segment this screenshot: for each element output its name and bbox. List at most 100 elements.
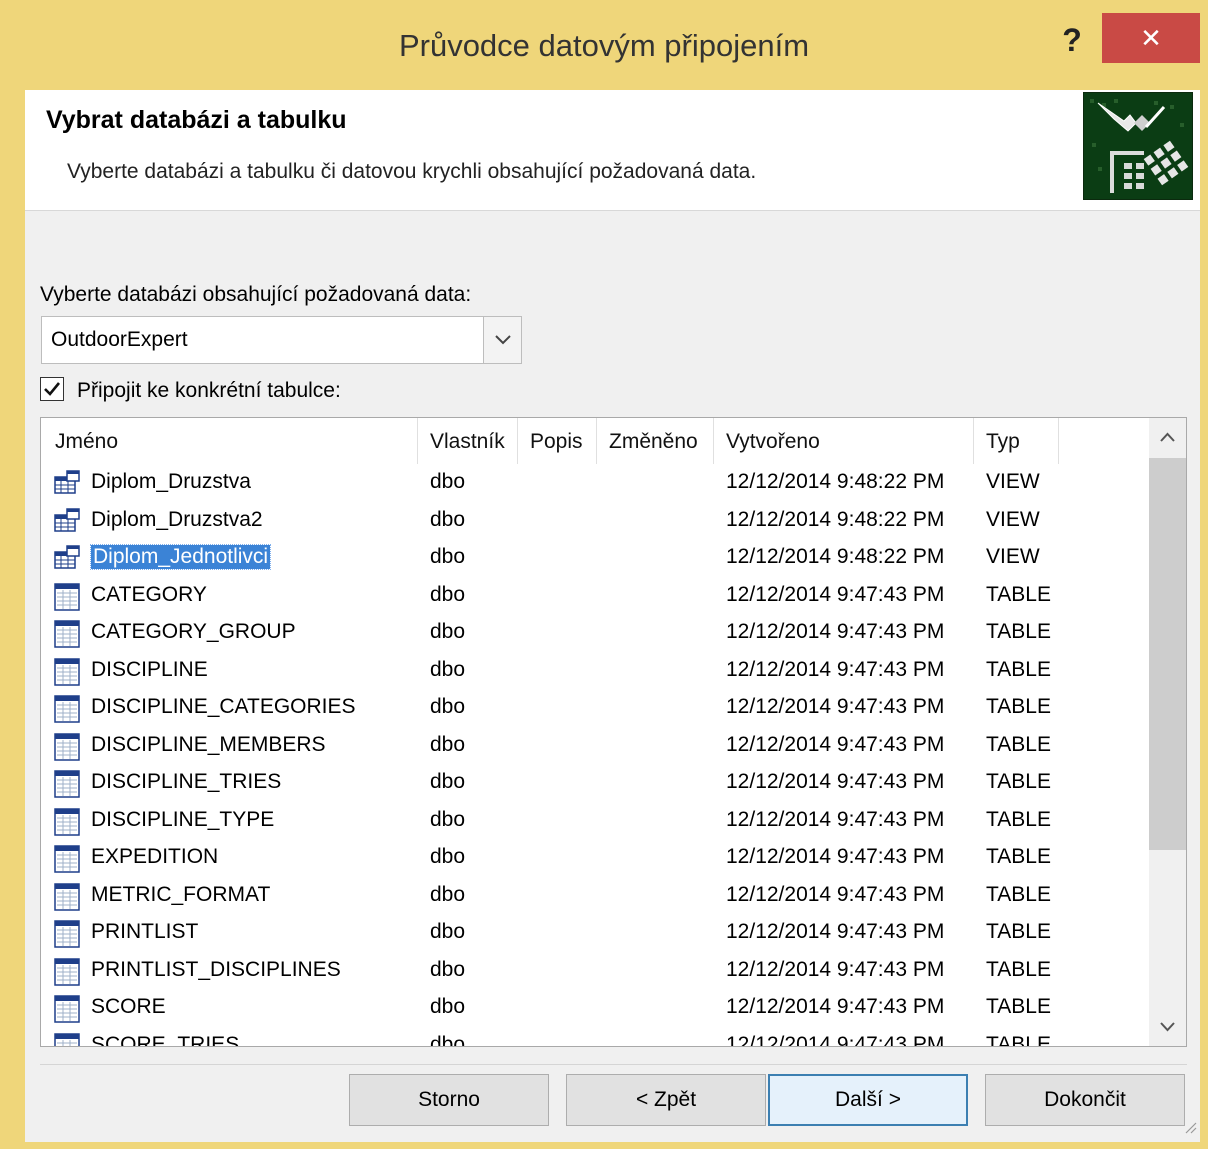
cell-owner: dbo [430, 807, 466, 831]
column-divider[interactable] [596, 418, 597, 464]
column-divider[interactable] [1058, 418, 1059, 464]
cell-owner: dbo [430, 507, 466, 531]
table-row[interactable]: DISCIPLINE_TRIES dbo 12/12/2014 9:47:43 PM… [41, 764, 1149, 802]
cell-created: 12/12/2014 9:47:43 PM [726, 620, 945, 643]
scroll-up-icon[interactable] [1149, 418, 1186, 458]
table-row[interactable]: PRINTLIST dbo 12/12/2014 9:47:43 PM TABLE [41, 914, 1149, 952]
table-row[interactable]: PRINTLIST_DISCIPLINES dbo 12/12/2014 9:47:… [41, 952, 1149, 990]
cell-created: 12/12/2014 9:47:43 PM [726, 995, 945, 1018]
cell-name: METRIC_FORMAT [91, 882, 271, 906]
table-row[interactable]: DISCIPLINE_TYPE dbo 12/12/2014 9:47:43 PM T… [41, 802, 1149, 840]
table-row[interactable]: SCORE_TRIES dbo 12/12/2014 9:47:43 PM TABLE [41, 1027, 1149, 1047]
cell-created: 12/12/2014 9:47:43 PM [726, 1032, 945, 1047]
column-header-description[interactable]: Popis [530, 430, 583, 454]
cell-name: DISCIPLINE_TYPE [91, 807, 275, 831]
column-divider[interactable] [713, 418, 714, 464]
column-header-type[interactable]: Typ [986, 430, 1020, 454]
table-icon [53, 619, 81, 648]
column-divider[interactable] [517, 418, 518, 464]
connect-table-label[interactable]: Připojit ke konkrétní tabulce: [77, 379, 341, 403]
cell-created: 12/12/2014 9:47:43 PM [726, 582, 945, 606]
database-select-value: OutdoorExpert [51, 328, 188, 351]
cell-type: TABLE [986, 732, 1051, 756]
table-row[interactable]: Diplom_Druzstva dbo 12/12/2014 9:48:22 PM V… [41, 464, 1149, 502]
column-header-owner[interactable]: Vlastník [430, 430, 505, 454]
table-icon [53, 694, 81, 723]
cancel-button[interactable]: Storno [349, 1074, 549, 1126]
table-icon [53, 732, 81, 761]
cell-created: 12/12/2014 9:47:43 PM [726, 845, 945, 868]
table-row[interactable]: DISCIPLINE dbo 12/12/2014 9:47:43 PM TABLE [41, 652, 1149, 690]
cell-owner: dbo [430, 770, 466, 793]
cell-name: EXPEDITION [91, 845, 219, 868]
cell-created: 12/12/2014 9:48:22 PM [726, 545, 945, 568]
cell-name: PRINTLIST [91, 920, 199, 943]
cell-created: 12/12/2014 9:47:43 PM [726, 882, 945, 906]
chevron-down-icon[interactable] [483, 317, 521, 363]
table-row[interactable]: DISCIPLINE_CATEGORIES dbo 12/12/2014 9:47:… [41, 689, 1149, 727]
table-row[interactable]: Diplom_Jednotlivci dbo 12/12/2014 9:48:22 … [41, 539, 1149, 577]
table-row[interactable]: DISCIPLINE_MEMBERS dbo 12/12/2014 9:47:43 … [41, 727, 1149, 765]
resize-grip-icon[interactable] [1183, 1120, 1197, 1134]
column-divider[interactable] [417, 418, 418, 464]
help-button[interactable]: ? [1052, 18, 1092, 62]
table-row[interactable]: METRIC_FORMAT dbo 12/12/2014 9:47:43 PM TAB… [41, 877, 1149, 915]
table-row[interactable]: EXPEDITION dbo 12/12/2014 9:47:43 PM TABLE [41, 839, 1149, 877]
table-icon [53, 769, 81, 798]
back-button[interactable]: < Zpět [566, 1074, 766, 1126]
table-icon [53, 844, 81, 873]
cell-owner: dbo [430, 957, 466, 981]
column-divider[interactable] [973, 418, 974, 464]
title-bar[interactable]: Průvodce datovým připojením ? ✕ [0, 0, 1208, 94]
table-icon [53, 807, 81, 836]
column-header-created[interactable]: Vytvořeno [726, 430, 820, 454]
scrollbar-thumb[interactable] [1149, 458, 1186, 850]
wizard-header: Vybrat databázi a tabulku Vyberte databá… [25, 90, 1200, 211]
cell-owner: dbo [430, 995, 466, 1018]
cell-created: 12/12/2014 9:47:43 PM [726, 695, 945, 718]
connect-table-checkbox[interactable] [40, 377, 64, 401]
cell-owner: dbo [430, 1032, 466, 1047]
scroll-down-icon[interactable] [1149, 1006, 1186, 1046]
database-select[interactable]: OutdoorExpert [41, 316, 522, 364]
cell-name: DISCIPLINE_TRIES [91, 770, 282, 793]
cell-type: TABLE [986, 995, 1051, 1018]
cell-name: CATEGORY [91, 582, 207, 606]
cell-created: 12/12/2014 9:47:43 PM [726, 657, 945, 681]
cell-created: 12/12/2014 9:48:22 PM [726, 470, 945, 493]
table-row[interactable]: Diplom_Druzstva2 dbo 12/12/2014 9:48:22 PM… [41, 502, 1149, 540]
cell-created: 12/12/2014 9:47:43 PM [726, 732, 945, 756]
cell-name: Diplom_Jednotlivci [89, 544, 272, 570]
table-row[interactable]: CATEGORY dbo 12/12/2014 9:47:43 PM TABLE [41, 577, 1149, 615]
cell-type: TABLE [986, 620, 1051, 643]
cell-type: TABLE [986, 920, 1051, 943]
table-row[interactable]: SCORE dbo 12/12/2014 9:47:43 PM TABLE [41, 989, 1149, 1027]
page-title: Vybrat databázi a tabulku [46, 106, 347, 134]
cell-type: TABLE [986, 582, 1051, 606]
cell-type: TABLE [986, 845, 1051, 868]
cell-owner: dbo [430, 620, 466, 643]
finish-button[interactable]: Dokončit [985, 1074, 1185, 1126]
cell-owner: dbo [430, 657, 466, 681]
table-icon [53, 1032, 81, 1046]
cell-owner: dbo [430, 545, 466, 568]
cell-name: SCORE_TRIES [91, 1032, 240, 1047]
table-row[interactable]: CATEGORY_GROUP dbo 12/12/2014 9:47:43 PM TA… [41, 614, 1149, 652]
cell-type: TABLE [986, 770, 1051, 793]
cell-created: 12/12/2014 9:47:43 PM [726, 807, 945, 831]
next-button[interactable]: Další > [768, 1074, 968, 1126]
column-header-name[interactable]: Jméno [55, 430, 118, 454]
database-label: Vyberte databázi obsahující požadovaná d… [40, 283, 472, 306]
cell-name: Diplom_Druzstva [91, 470, 251, 493]
dialog-window: Průvodce datovým připojením ? ✕ Vybrat d… [0, 0, 1208, 1149]
divider [40, 1064, 1187, 1065]
table-list[interactable]: Jméno Vlastník Popis Změněno Vytvořeno T… [40, 417, 1187, 1047]
vertical-scrollbar[interactable] [1149, 418, 1186, 1046]
close-button[interactable]: ✕ [1102, 13, 1200, 63]
column-header-modified[interactable]: Změněno [609, 430, 698, 454]
cell-owner: dbo [430, 920, 466, 943]
window-title: Průvodce datovým připojením [398, 28, 810, 63]
table-rows: Diplom_Druzstva dbo 12/12/2014 9:48:22 PM V… [41, 464, 1149, 1047]
cell-type: TABLE [986, 657, 1051, 681]
cell-owner: dbo [430, 882, 466, 906]
